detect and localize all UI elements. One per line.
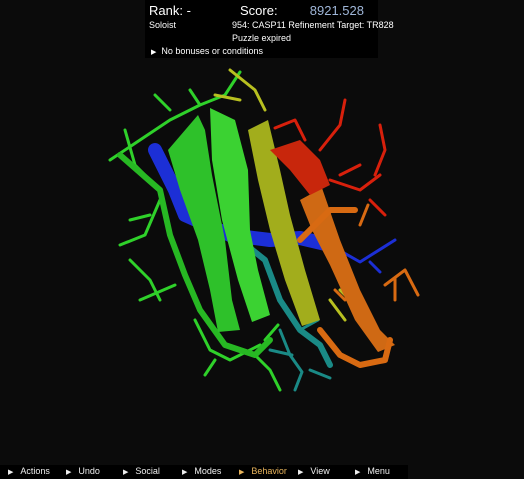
menu-actions[interactable]: ▶ Actions bbox=[8, 466, 50, 476]
score-label: Score: bbox=[240, 3, 278, 18]
menu-modes[interactable]: ▶ Modes bbox=[182, 466, 221, 476]
triangle-right-icon: ▶ bbox=[151, 49, 157, 56]
rank-label: Rank: - bbox=[149, 3, 191, 18]
puzzle-status: Puzzle expired bbox=[231, 33, 292, 43]
menu-view-label: View bbox=[310, 466, 330, 476]
triangle-right-icon: ▶ bbox=[239, 469, 245, 476]
menu-undo-label: Undo bbox=[78, 466, 100, 476]
triangle-right-icon: ▶ bbox=[66, 469, 72, 476]
bonus-toggle[interactable]: ▶ No bonuses or conditions bbox=[151, 46, 263, 56]
menu-social[interactable]: ▶ Social bbox=[123, 466, 160, 476]
puzzle-title: 954: CASP11 Refinement Target: TR828 bbox=[232, 20, 394, 30]
menu-actions-label: Actions bbox=[20, 466, 50, 476]
menu-social-label: Social bbox=[135, 466, 160, 476]
menu-behavior-label: Behavior bbox=[251, 466, 287, 476]
menu-view[interactable]: ▶ View bbox=[298, 466, 330, 476]
score-value: 8921.528 bbox=[309, 3, 364, 18]
puzzle-info-panel: Rank: - Score: 8921.528 Soloist 954: CAS… bbox=[145, 0, 394, 58]
triangle-right-icon: ▶ bbox=[298, 469, 304, 476]
protein-viewport[interactable] bbox=[0, 0, 524, 479]
menu-modes-label: Modes bbox=[194, 466, 222, 476]
triangle-right-icon: ▶ bbox=[182, 469, 188, 476]
menu-undo[interactable]: ▶ Undo bbox=[66, 466, 100, 476]
menu-menu[interactable]: ▶ Menu bbox=[355, 466, 390, 476]
bonus-text: No bonuses or conditions bbox=[161, 46, 263, 56]
menu-menu-label: Menu bbox=[367, 466, 390, 476]
menu-behavior[interactable]: ▶ Behavior bbox=[239, 466, 287, 476]
triangle-right-icon: ▶ bbox=[123, 469, 129, 476]
triangle-right-icon: ▶ bbox=[8, 469, 14, 476]
bottom-toolbar: ▶ Actions ▶ Undo ▶ Social ▶ Modes ▶ Behavior … bbox=[0, 465, 408, 479]
protein-structure[interactable] bbox=[108, 68, 420, 392]
player-mode: Soloist bbox=[149, 20, 177, 30]
triangle-right-icon: ▶ bbox=[355, 469, 361, 476]
